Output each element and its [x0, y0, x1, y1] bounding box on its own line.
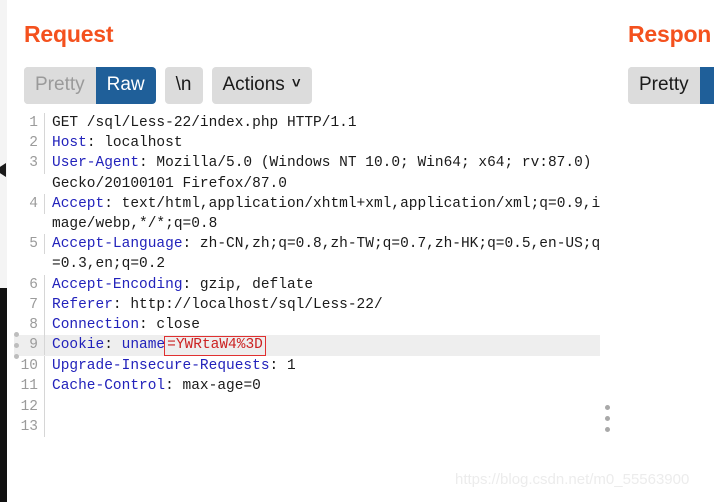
code-token-header: Upgrade-Insecure-Requests: [52, 358, 270, 375]
code-token-header: Host: [52, 135, 87, 152]
panel-divider: [600, 0, 620, 502]
code-line-text: Accept-Encoding: gzip, deflate: [45, 275, 607, 295]
request-actions-button[interactable]: Actions ˅: [211, 67, 312, 104]
code-token-plain: : gzip, deflate: [182, 276, 314, 293]
code-line: 4 Accept: text/html,application/xhtml+xml…: [14, 193, 607, 234]
request-actions-label: Actions: [222, 74, 285, 95]
code-token-header: Accept-Encoding: [52, 276, 183, 293]
code-token-header: Referer: [52, 296, 113, 313]
code-line: 1 GET /sql/Less-22/index.php HTTP/1.1: [14, 113, 607, 134]
code-token-plain: GET /sql/Less-22/index.php HTTP/1.1: [52, 115, 357, 131]
code-token-plain: : max-age=0: [165, 378, 261, 395]
line-number: 5: [14, 234, 45, 255]
code-token-header: User-Agent: [52, 155, 140, 172]
code-line: 12: [14, 396, 607, 417]
line-number: 10: [14, 356, 45, 377]
code-token-header: Accept: [52, 195, 105, 212]
code-line-text: [45, 417, 607, 437]
code-token-plain: : localhost: [86, 135, 183, 152]
code-line: 11 Cache-Control: max-age=0: [14, 376, 607, 397]
response-pretty-button[interactable]: Pretty: [628, 67, 700, 104]
request-panel: Request Pretty Raw \n Actions ˅ 1 GET /sql…: [7, 0, 607, 502]
code-token-plain: :: [104, 337, 122, 354]
code-line: 10 Upgrade-Insecure-Requests: 1: [14, 356, 607, 377]
response-toolbar: Pretty: [628, 67, 714, 104]
line-number: 4: [14, 193, 45, 215]
code-line-text: [45, 397, 607, 417]
code-line: 8 Connection: close: [14, 315, 607, 336]
code-line-text: Cache-Control: max-age=0: [45, 376, 607, 396]
code-line-text: Host: localhost: [45, 133, 607, 153]
code-line: 13: [14, 416, 607, 438]
request-raw-button[interactable]: Raw: [95, 67, 156, 104]
code-line-text: Referer: http://localhost/sql/Less-22/: [45, 295, 607, 315]
code-line: 2 Host: localhost: [14, 133, 607, 154]
request-newline-button[interactable]: \n: [164, 67, 203, 104]
line-number: 12: [14, 396, 45, 417]
code-token-plain: : text/html,application/xhtml+xml,applic…: [52, 195, 601, 233]
request-panel-title: Request: [24, 21, 114, 47]
line-number: 7: [14, 294, 45, 316]
code-line-text: GET /sql/Less-22/index.php HTTP/1.1: [45, 113, 607, 133]
burp-suite-repeater-screenshot: Request Pretty Raw \n Actions ˅ 1 GET /sql…: [0, 0, 714, 502]
panel-resize-handle[interactable]: [605, 405, 610, 432]
code-line: 3 User-Agent: Mozilla/5.0 (Windows NT 10.…: [14, 153, 607, 193]
request-toolbar: Pretty Raw \n Actions ˅: [24, 67, 312, 104]
code-line-text: Accept-Language: zh-CN,zh;q=0.8,zh-TW;q=…: [45, 234, 607, 274]
code-line-text: User-Agent: Mozilla/5.0 (Windows NT 10.0…: [45, 153, 607, 193]
code-token-header: Accept-Language: [52, 236, 183, 253]
line-number: 1: [14, 113, 45, 134]
code-token-plain: : close: [139, 317, 200, 334]
response-panel-title: Respon: [628, 21, 712, 47]
code-line: 9 Cookie: uname =YWRtaW4%3D: [14, 335, 607, 357]
code-line: 5 Accept-Language: zh-CN,zh;q=0.8,zh-TW;q…: [14, 234, 607, 274]
code-line-text: Upgrade-Insecure-Requests: 1: [45, 356, 607, 376]
code-line-text: Accept: text/html,application/xhtml+xml,…: [45, 194, 607, 234]
code-token-header: Connection: [52, 317, 140, 334]
line-number: 6: [14, 274, 45, 295]
code-line: 6 Accept-Encoding: gzip, deflate: [14, 274, 607, 295]
code-token-plain: : 1: [269, 358, 296, 375]
response-view-mode-group: Pretty: [628, 67, 714, 104]
code-token-header: Cookie: [52, 337, 105, 354]
cookie-value-highlight: =YWRtaW4%3D: [164, 336, 266, 357]
left-scrollbar-thumb[interactable]: [0, 288, 7, 502]
request-raw-editor[interactable]: 1 GET /sql/Less-22/index.php HTTP/1.1 2 Hos…: [14, 113, 607, 502]
line-number: 11: [14, 376, 45, 397]
code-line-text: Cookie: uname =YWRtaW4%3D: [45, 335, 607, 357]
code-line-text: Connection: close: [45, 315, 607, 335]
code-token-header: Cache-Control: [52, 378, 166, 395]
line-number: 3: [14, 153, 45, 174]
request-view-mode-group: Pretty Raw: [24, 67, 156, 104]
code-line: 7 Referer: http://localhost/sql/Less-22/: [14, 294, 607, 316]
request-inner-drag-handle[interactable]: [14, 332, 19, 359]
line-number: 13: [14, 416, 45, 438]
response-panel: Respon Pretty 22 23 24<center> ><br><b> …: [620, 0, 714, 502]
line-number: 2: [14, 133, 45, 154]
request-pretty-button[interactable]: Pretty: [24, 67, 96, 104]
code-token-plain: : http://localhost/sql/Less-22/: [112, 296, 383, 313]
chevron-down-icon: ˅: [291, 75, 301, 92]
code-token-header: uname: [121, 337, 166, 354]
response-raw-button[interactable]: [699, 67, 714, 104]
